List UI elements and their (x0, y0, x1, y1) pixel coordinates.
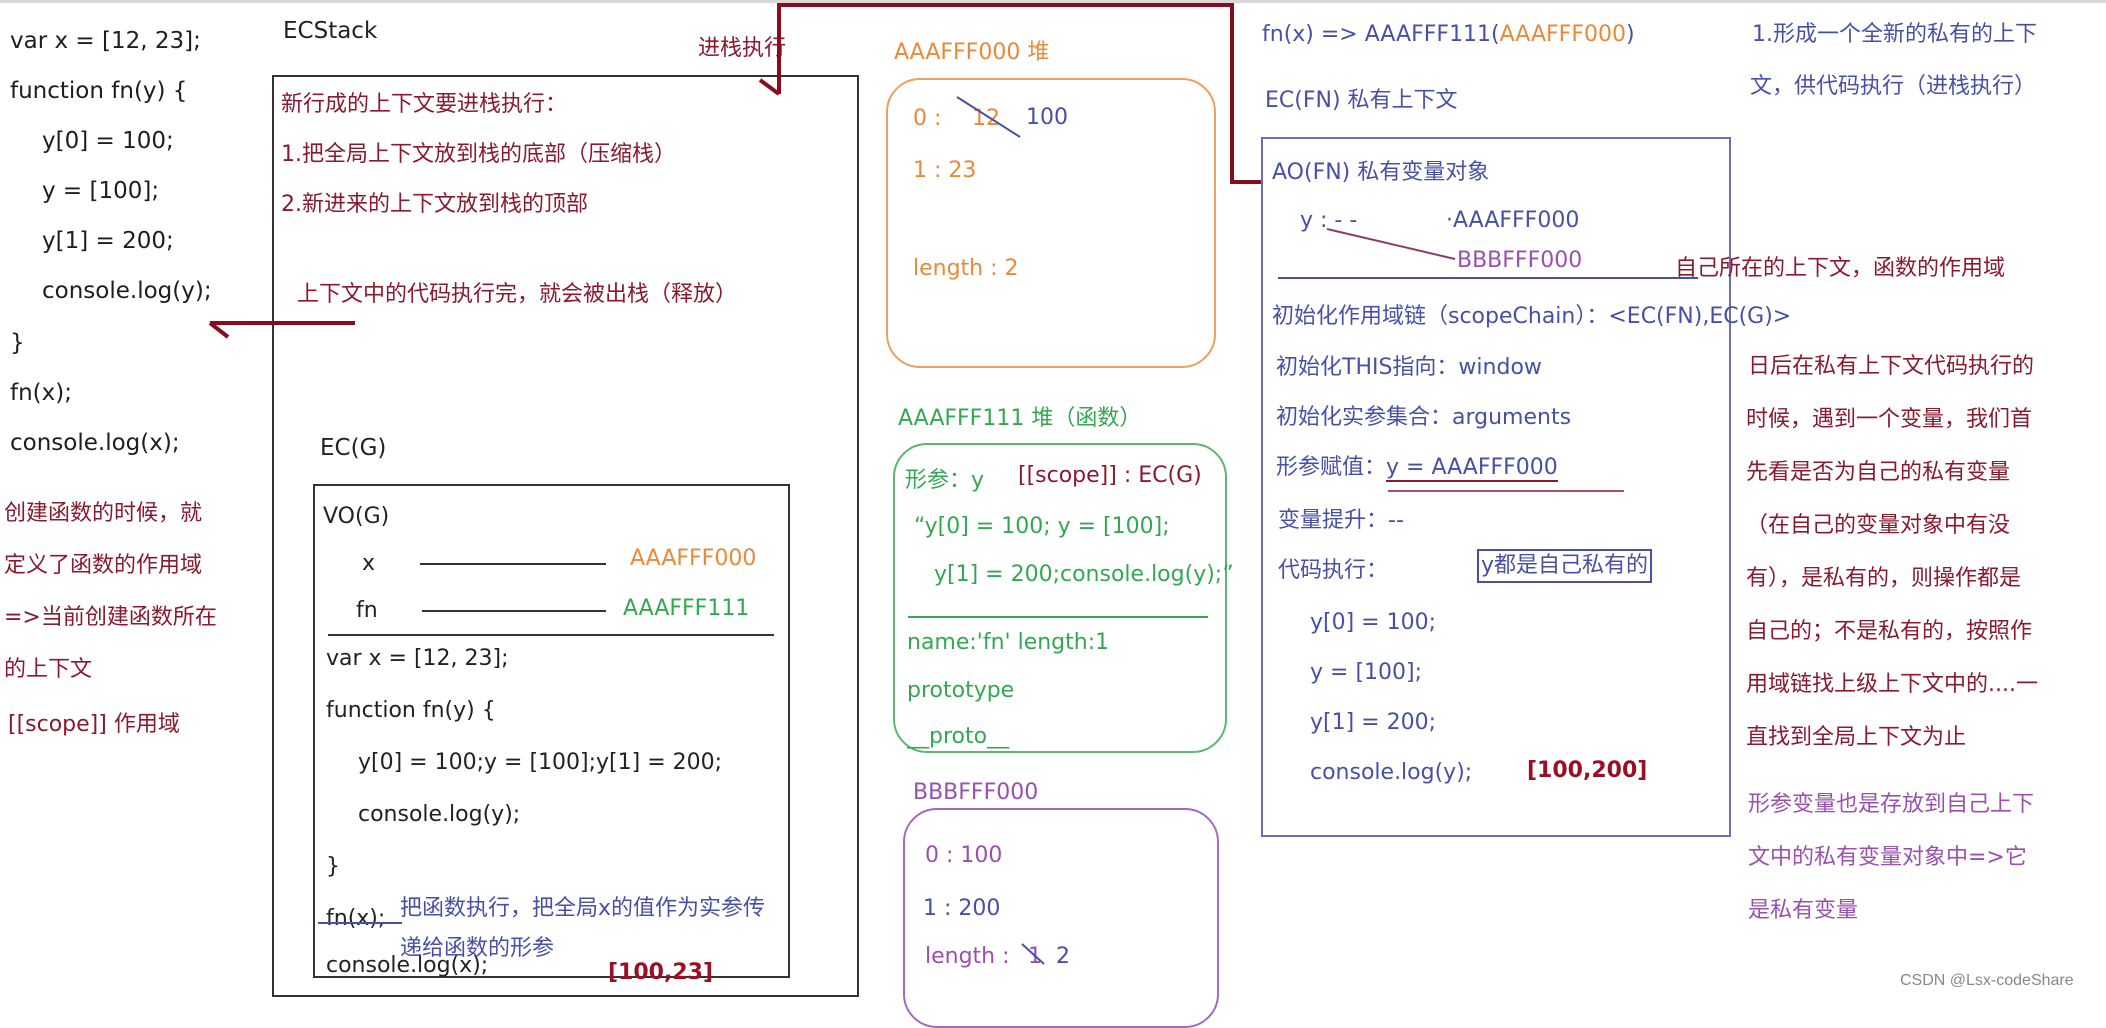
ec-g-code-line: fn(x); (326, 906, 386, 931)
exec-label: 代码执行： (1278, 558, 1389, 583)
vo-g-title: VO(G) (323, 504, 390, 529)
strike-icon (956, 96, 1021, 138)
heap-x-length: length : 2 (913, 256, 1019, 281)
vo-var-x: x (362, 551, 376, 576)
lookup-note: 用域链找上级上下文中的....一 (1746, 672, 2038, 697)
param-note: 形参变量也是存放到自己上下 (1748, 792, 2035, 817)
param-assign-value: y = AAAFFF000 (1386, 455, 1558, 482)
param-assign: 形参赋值：y = AAAFFF000 (1276, 455, 1558, 482)
call-note: 把函数执行，把全局x的值作为实参传 (400, 896, 766, 921)
heap-y-item0: 0 : 100 (925, 843, 1003, 868)
ec-g-code-line: } (326, 854, 340, 879)
fn-code-line: y = [100]; (1310, 660, 1423, 685)
heap-y-length-new: 2 (1056, 944, 1070, 969)
heap-fn-divider (908, 616, 1208, 618)
fn-code-line: y[0] = 100; (1310, 610, 1437, 635)
private-badge: y都是自己私有的 (1477, 549, 1653, 583)
lookup-note: （在自己的变量对象中有没 (1746, 513, 2011, 538)
global-output: [100,23] (608, 960, 714, 985)
ao-fn-title: AO(FN) 私有变量对象 (1272, 160, 1490, 185)
heap-fn-param: 形参：y (905, 468, 985, 493)
fn-call-arg: AAAFFF000 (1499, 22, 1626, 47)
lookup-note: 有），是私有的，则操作都是 (1746, 566, 2022, 591)
hoisting: 变量提升：-- (1278, 508, 1404, 533)
step1-note: 1.形成一个全新的私有的上下 (1752, 22, 2037, 47)
lookup-note: 日后在私有上下文代码执行的 (1748, 354, 2035, 379)
param-underline (1388, 490, 1624, 492)
this-init: 初始化THIS指向：window (1276, 355, 1542, 380)
heap-fn-scope: [[scope]] : EC(G) (1018, 463, 1202, 488)
heap-fn-prototype: prototype (907, 678, 1015, 703)
ao-y-ref-old: ·AAAFFF000 (1446, 208, 1580, 233)
vo-x-link (420, 563, 606, 565)
ec-fn-title: EC(FN) 私有上下文 (1265, 88, 1458, 113)
heap-fn-name-length: name:'fn' length:1 (907, 630, 1110, 655)
lookup-note: 时候，遇到一个变量，我们首 (1746, 407, 2033, 432)
heap-x-item0-key: 0 : (913, 106, 942, 131)
heap-fn-title: AAAFFF111 堆（函数） (898, 406, 1142, 431)
push-arrow-head (758, 78, 781, 96)
heap-x-item0-new: 100 (1026, 105, 1068, 130)
ec-g-title: EC(G) (320, 435, 387, 461)
call-underline (318, 922, 402, 924)
lookup-note: 先看是否为自己的私有变量 (1746, 460, 2011, 485)
ao-y-ref-new: BBBFFF000 (1457, 248, 1583, 273)
ao-divider (1278, 277, 1698, 279)
ec-g-code-line: var x = [12, 23]; (326, 646, 509, 671)
param-note: 是私有变量 (1748, 898, 1859, 923)
step1-note: 文，供代码执行（进栈执行） (1750, 74, 2037, 99)
fn-call-suffix: ) (1625, 22, 1635, 47)
ec-g-code-line: y[0] = 100;y = [100];y[1] = 200; (358, 750, 723, 775)
param-note: 文中的私有变量对象中=>它 (1748, 845, 2027, 870)
heap-fn-body: y[1] = 200;console.log(y);” (934, 562, 1234, 587)
fn-call-line: fn(x) => AAAFFF111(AAAFFF000) (1262, 24, 1635, 46)
vo-fn-ref: AAAFFF111 (623, 596, 750, 621)
lookup-note: 自己的；不是私有的，按照作 (1746, 619, 2033, 644)
heap-y-length-key: length : (925, 944, 1010, 969)
vo-fn-link (422, 610, 606, 612)
call-note: 递给函数的形参 (400, 936, 555, 961)
ec-g-code-line: function fn(y) { (326, 698, 496, 723)
heap-x-title: AAAFFF000 堆 (894, 40, 1050, 65)
lookup-note: 直找到全局上下文为止 (1746, 725, 1967, 750)
fn-output: [100,200] (1527, 758, 1648, 783)
param-assign-label: 形参赋值： (1276, 455, 1387, 480)
vo-x-ref: AAAFFF000 (630, 546, 757, 571)
heap-fn-proto: __proto__ (907, 724, 1010, 749)
watermark: CSDN @Lsx-codeShare (1900, 972, 2074, 989)
fn-code-line: console.log(y); (1310, 760, 1473, 785)
scope-context-note: 自己所在的上下文，函数的作用域 (1675, 256, 2006, 281)
fn-code-line: y[1] = 200; (1310, 710, 1437, 735)
heap-y-item1: 1 : 200 (923, 896, 1001, 921)
pop-arrow-head (208, 321, 230, 339)
heap-y-title: BBBFFF000 (913, 780, 1039, 805)
strike-icon (1021, 943, 1045, 965)
scope-chain-init: 初始化作用域链（scopeChain）：<EC(FN),EC(G)> (1272, 304, 1792, 329)
vo-divider (328, 634, 774, 636)
fn-call-prefix: fn(x) => AAAFFF111( (1262, 22, 1500, 47)
ec-g-code-line: console.log(y); (358, 802, 521, 827)
heap-x-item1: 1 : 23 (913, 158, 977, 183)
vo-var-fn: fn (356, 598, 378, 623)
y-relink-line (1326, 228, 1456, 260)
heap-fn-body: “y[0] = 100; y = [100]; (914, 514, 1170, 539)
args-init: 初始化实参集合：arguments (1276, 405, 1572, 430)
